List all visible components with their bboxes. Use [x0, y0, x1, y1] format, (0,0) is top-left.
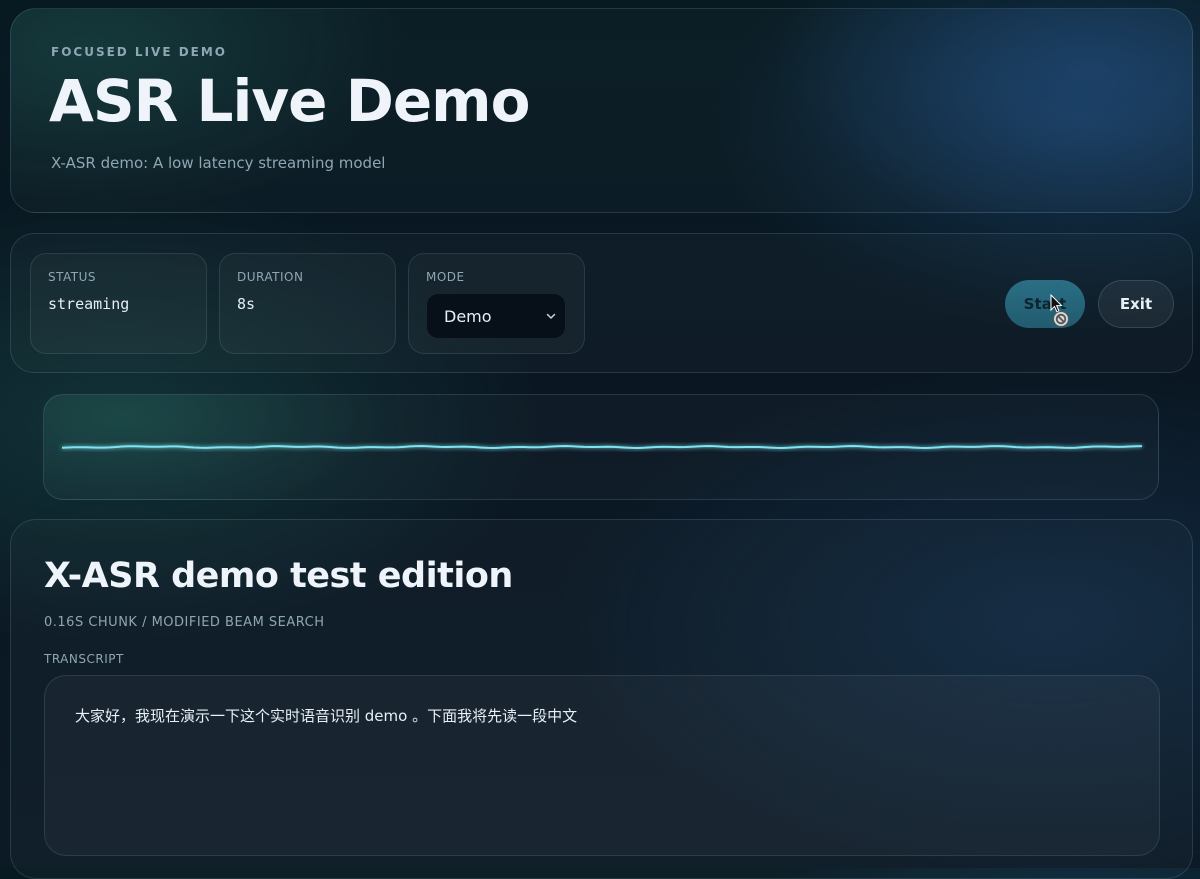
section-meta: 0.16S CHUNK / MODIFIED BEAM SEARCH	[44, 615, 325, 630]
chevron-down-icon	[546, 313, 556, 319]
mode-select-value: Demo	[444, 307, 492, 326]
mode-select[interactable]: Demo	[426, 293, 566, 339]
exit-button[interactable]: Exit	[1098, 280, 1174, 328]
duration-card: DURATION 8s	[219, 253, 396, 354]
waveform-panel	[43, 394, 1159, 500]
duration-value: 8s	[237, 295, 256, 313]
waveform-line	[61, 445, 1143, 449]
transcript-text: 大家好，我现在演示一下这个实时语音识别 demo 。下面我将先读一段中文	[75, 707, 578, 725]
not-allowed-icon	[1053, 311, 1069, 327]
mode-label: MODE	[426, 270, 465, 284]
transcript-section: X-ASR demo test edition 0.16S CHUNK / MO…	[10, 519, 1193, 879]
eyebrow-label: FOCUSED LIVE DEMO	[51, 45, 228, 59]
hero-header: FOCUSED LIVE DEMO ASR Live Demo X-ASR de…	[10, 8, 1193, 213]
status-label: STATUS	[48, 270, 97, 284]
status-value: streaming	[48, 295, 130, 313]
page-subtitle: X-ASR demo: A low latency streaming mode…	[51, 154, 386, 172]
duration-label: DURATION	[237, 270, 304, 284]
status-card: STATUS streaming	[30, 253, 207, 354]
transcript-box: 大家好，我现在演示一下这个实时语音识别 demo 。下面我将先读一段中文	[44, 675, 1160, 856]
page-title: ASR Live Demo	[49, 67, 530, 135]
transcript-label: TRANSCRIPT	[44, 652, 124, 666]
section-title: X-ASR demo test edition	[44, 556, 513, 596]
mode-card: MODE Demo	[408, 253, 585, 354]
start-button[interactable]: Start	[1005, 280, 1085, 328]
waveform-visual	[61, 445, 1143, 449]
mouse-pointer-icon	[1050, 294, 1069, 327]
controls-bar: STATUS streaming DURATION 8s MODE Demo S…	[10, 233, 1193, 373]
